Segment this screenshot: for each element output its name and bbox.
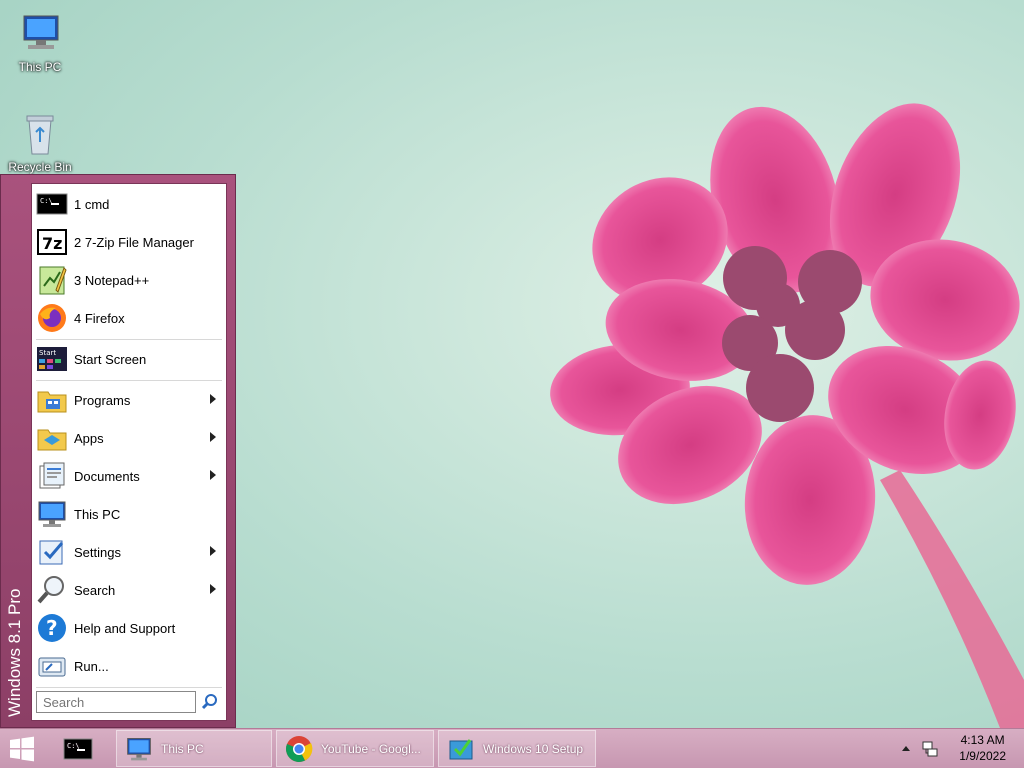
search-icon xyxy=(36,574,68,606)
svg-text:C:\: C:\ xyxy=(40,197,53,205)
taskbar-task-windows-setup[interactable]: Windows 10 Setup xyxy=(438,730,596,767)
svg-text:Start: Start xyxy=(39,349,56,357)
documents-icon xyxy=(36,460,68,492)
recycle-bin-icon xyxy=(16,110,64,158)
submenu-arrow-icon xyxy=(210,394,216,404)
submenu-arrow-icon xyxy=(210,432,216,442)
menu-item-label: 1 cmd xyxy=(74,196,110,212)
run-icon xyxy=(36,650,68,682)
taskbar-task-label: Windows 10 Setup xyxy=(483,741,584,756)
svg-text:7z: 7z xyxy=(42,234,62,253)
start-menu-side-banner: Windows 8.1 Pro xyxy=(3,467,29,718)
menu-separator xyxy=(36,380,222,381)
menu-item-help[interactable]: ? Help and Support xyxy=(34,610,224,646)
menu-item-label: Search xyxy=(74,582,116,598)
os-edition-label: Windows 8.1 Pro xyxy=(5,588,24,718)
computer-icon xyxy=(36,498,68,530)
taskbar: C:\ This PC YouTube - Googl... Windows 1… xyxy=(0,728,1024,768)
menu-item-run[interactable]: Run... xyxy=(34,648,224,684)
menu-item-search[interactable]: Search xyxy=(34,572,224,608)
flower-petals xyxy=(550,103,1020,585)
svg-text:C:\: C:\ xyxy=(67,742,80,750)
search-button-icon[interactable] xyxy=(200,692,220,712)
menu-separator xyxy=(36,687,222,688)
desktop-icon-this-pc[interactable]: This PC xyxy=(2,10,78,74)
programs-folder-icon xyxy=(36,384,68,416)
windows-logo-icon xyxy=(10,736,34,761)
desktop-icon-label: Recycle Bin xyxy=(8,160,72,174)
taskbar-task-label: YouTube - Googl... xyxy=(321,741,421,756)
chrome-icon xyxy=(285,735,313,763)
notepadpp-icon xyxy=(36,264,68,296)
menu-item-label: Documents xyxy=(74,468,140,484)
7zip-icon: 7z xyxy=(36,226,68,258)
menu-item-label: 3 Notepad++ xyxy=(74,272,150,288)
menu-item-firefox[interactable]: 4 Firefox xyxy=(34,300,224,336)
desktop-icon-recycle-bin[interactable]: Recycle Bin xyxy=(2,110,78,174)
taskbar-pinned-cmd[interactable]: C:\ xyxy=(62,730,102,767)
start-search-input[interactable] xyxy=(36,691,196,713)
menu-item-this-pc[interactable]: This PC xyxy=(34,496,224,532)
menu-item-cmd[interactable]: C:\ 1 cmd xyxy=(34,186,224,222)
taskbar-clock[interactable]: 4:13 AM 1/9/2022 xyxy=(959,732,1006,764)
menu-item-settings[interactable]: Settings xyxy=(34,534,224,570)
submenu-arrow-icon xyxy=(210,584,216,594)
show-hidden-icons-chevron-icon[interactable] xyxy=(902,746,910,751)
clock-time: 4:13 AM xyxy=(960,733,1005,747)
help-icon: ? xyxy=(36,612,68,644)
setup-icon xyxy=(447,735,475,763)
menu-item-label: Apps xyxy=(74,430,104,446)
menu-item-label: Help and Support xyxy=(74,620,176,636)
menu-item-start-screen[interactable]: Start Start Screen xyxy=(34,341,224,377)
computer-icon xyxy=(125,735,153,763)
start-menu: Windows 8.1 Pro C:\ 1 cmd 7z 2 7-Zip Fil… xyxy=(0,174,236,728)
menu-item-label: 4 Firefox xyxy=(74,310,125,326)
start-screen-icon: Start xyxy=(36,343,68,375)
menu-item-label: Run... xyxy=(74,658,109,674)
menu-item-documents[interactable]: Documents xyxy=(34,458,224,494)
menu-item-label: This PC xyxy=(74,506,121,522)
taskbar-task-label: This PC xyxy=(161,741,204,756)
settings-icon xyxy=(36,536,68,568)
network-icon[interactable] xyxy=(922,741,938,760)
computer-icon xyxy=(16,10,64,58)
menu-item-apps[interactable]: Apps xyxy=(34,420,224,456)
menu-item-label: Start Screen xyxy=(74,351,147,367)
cmd-icon: C:\ xyxy=(36,188,68,220)
apps-folder-icon xyxy=(36,422,68,454)
menu-item-label: Settings xyxy=(74,544,121,560)
cmd-icon: C:\ xyxy=(63,738,93,759)
menu-item-notepadpp[interactable]: 3 Notepad++ xyxy=(34,262,224,298)
svg-text:?: ? xyxy=(46,616,58,640)
submenu-arrow-icon xyxy=(210,470,216,480)
taskbar-task-this-pc[interactable]: This PC xyxy=(116,730,272,767)
menu-separator xyxy=(36,339,222,340)
menu-item-label: 2 7-Zip File Manager xyxy=(74,234,194,250)
start-button[interactable] xyxy=(8,730,42,767)
start-menu-panel: C:\ 1 cmd 7z 2 7-Zip File Manager 3 Note… xyxy=(31,183,227,721)
taskbar-task-chrome[interactable]: YouTube - Googl... xyxy=(276,730,434,767)
menu-item-7zip[interactable]: 7z 2 7-Zip File Manager xyxy=(34,224,224,260)
desktop-icon-label: This PC xyxy=(18,60,62,74)
clock-date: 1/9/2022 xyxy=(959,749,1006,763)
firefox-icon xyxy=(36,302,68,334)
menu-item-label: Programs xyxy=(74,392,131,408)
submenu-arrow-icon xyxy=(210,546,216,556)
menu-item-programs[interactable]: Programs xyxy=(34,382,224,418)
